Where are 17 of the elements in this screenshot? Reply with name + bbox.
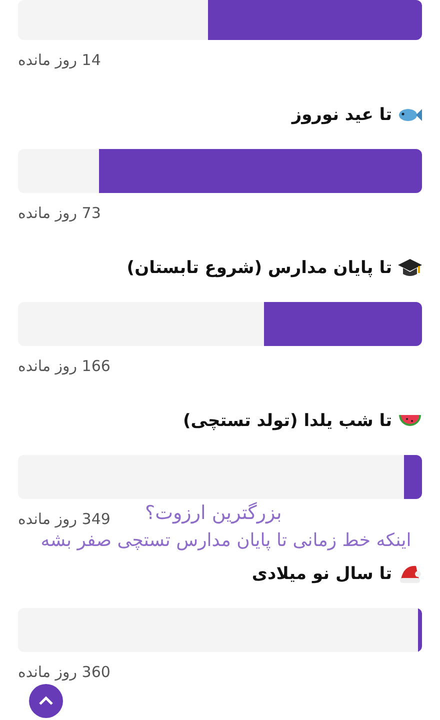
countdown-title: تا سال نو میلادی [252, 564, 392, 584]
days-remaining: 73 روز مانده [18, 203, 101, 223]
meme-question: بزرگترین ارزوت؟ [145, 501, 282, 526]
days-remaining: 360 روز مانده [18, 662, 110, 682]
meme-answer: اینکه خط زمانی تا پایان مدارس تستچی صفر بشه [40, 530, 412, 551]
countdown-title: تا شب یلدا (تولد تستچی) [183, 411, 392, 431]
scroll-top-button[interactable] [29, 684, 63, 718]
countdown-title: تا پایان مدارس (شروع تابستان) [126, 258, 392, 278]
santa-hat-icon [398, 563, 422, 585]
days-remaining: 166 روز مانده [18, 356, 110, 376]
watermelon-icon [398, 413, 422, 429]
countdown-title: تا عید نوروز [292, 105, 392, 125]
days-remaining: 349 روز مانده [18, 509, 110, 529]
chevron-up-icon [38, 696, 54, 706]
days-remaining: 14 روز مانده [18, 50, 101, 70]
fish-icon [398, 106, 422, 124]
graduation-cap-icon [398, 257, 422, 279]
